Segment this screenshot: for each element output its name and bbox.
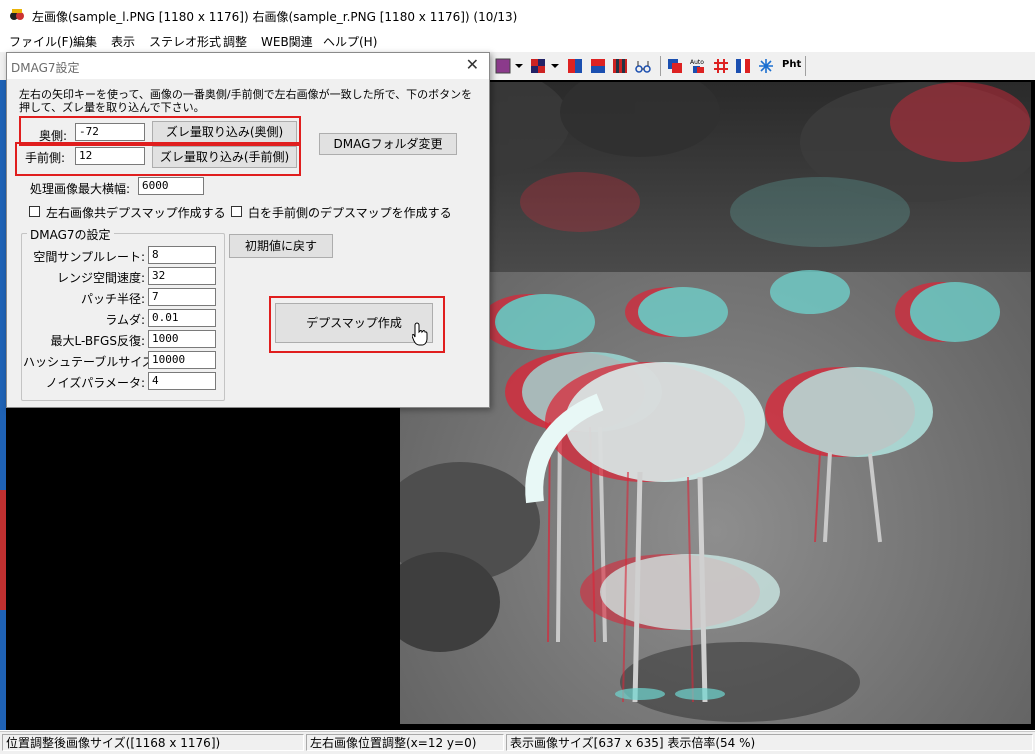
dialog-instructions: 左右の矢印キーを使って、画像の一番奥側/手前側で左右画像が一致した所で、下のボタ… (19, 88, 473, 114)
range-spatial-speed-field[interactable]: 32 (148, 267, 216, 285)
svg-text:Auto: Auto (690, 59, 704, 66)
white-front-checkbox[interactable] (231, 206, 242, 217)
highlight-front-row (15, 142, 301, 176)
spatial-sample-rate-field[interactable]: 8 (148, 246, 216, 264)
param-label: ラムダ: (105, 313, 145, 327)
param-label: パッチ半径: (80, 292, 145, 306)
reset-defaults-button[interactable]: 初期値に戻す (229, 234, 333, 258)
patch-radius-field[interactable]: 7 (148, 288, 216, 306)
menu-web[interactable]: WEB関連 (261, 33, 313, 50)
noise-param-field[interactable]: 4 (148, 372, 216, 390)
param-label: 最大L-BFGS反復: (50, 334, 145, 348)
hash-table-size-field[interactable]: 10000 (148, 351, 216, 369)
stereo-purple-icon[interactable] (495, 58, 511, 74)
both-depth-checkbox[interactable] (29, 206, 40, 217)
close-icon[interactable]: ✕ (466, 55, 479, 74)
param-label: レンジ空間速度: (56, 271, 145, 285)
toolbar-separator (805, 56, 806, 76)
dialog-title: DMAG7設定 (11, 61, 80, 75)
white-front-label: 白を手前側のデプスマップを作成する (248, 206, 452, 220)
menu-bar: ファイル(F) 編集 表示 ステレオ形式 調整 WEB関連 ヘルプ(H) (0, 30, 1035, 52)
menu-help[interactable]: ヘルプ(H) (323, 33, 377, 50)
status-aligned-size: 位置調整後画像サイズ([1168 x 1176]) (2, 734, 304, 751)
pht-button[interactable]: Pht (782, 59, 801, 70)
menu-adjust[interactable]: 調整 (223, 33, 247, 50)
max-width-field[interactable]: 6000 (138, 177, 204, 195)
lambda-field[interactable]: 0.01 (148, 309, 216, 327)
param-label: 空間サンプルレート: (33, 250, 145, 264)
dropdown-arrow-icon[interactable] (515, 64, 523, 68)
dialog-title-bar: DMAG7設定 ✕ (7, 53, 489, 79)
title-bar: 左画像(sample_l.PNG [1180 x 1176]) 右画像(samp… (0, 0, 1035, 30)
menu-stereo-format[interactable]: ステレオ形式 (149, 33, 221, 50)
status-display-size: 表示画像サイズ[637 x 635] 表示倍率(54 %) (506, 734, 1033, 751)
max-width-label: 処理画像最大横幅: (30, 182, 131, 196)
menu-file[interactable]: ファイル(F) (9, 33, 73, 50)
group-title: DMAG7の設定 (27, 226, 114, 243)
max-lbfgs-iter-field[interactable]: 1000 (148, 330, 216, 348)
glasses-icon[interactable] (635, 58, 651, 74)
both-depth-label: 左右画像共デプスマップ作成する (46, 206, 226, 220)
toolbar-separator (660, 56, 661, 76)
dmag7-settings-dialog: DMAG7設定 ✕ 左右の矢印キーを使って、画像の一番奥側/手前側で左右画像が一… (6, 52, 490, 408)
interlace-icon[interactable] (612, 58, 628, 74)
menu-view[interactable]: 表示 (111, 33, 135, 50)
anaglyph-photo (400, 82, 1031, 724)
grid-icon[interactable] (713, 58, 729, 74)
app-icon (10, 9, 24, 20)
menu-edit[interactable]: 編集 (73, 33, 97, 50)
dmag-folder-button[interactable]: DMAGフォルダ変更 (319, 133, 457, 155)
window-title: 左画像(sample_l.PNG [1180 x 1176]) 右画像(samp… (32, 10, 518, 24)
side-by-side-icon[interactable] (567, 58, 583, 74)
param-label: ハッシュテーブルサイズ: (23, 355, 158, 369)
status-offset: 左右画像位置調整(x=12 y=0) (306, 734, 504, 751)
dropdown-arrow-icon[interactable] (551, 64, 559, 68)
param-label: ノイズパラメータ: (45, 376, 145, 390)
status-bar: 位置調整後画像サイズ([1168 x 1176]) 左右画像位置調整(x=12 … (0, 731, 1035, 754)
columns-icon[interactable] (735, 58, 751, 74)
mosaic-icon[interactable] (530, 58, 546, 74)
anaglyph-icon[interactable] (667, 58, 683, 74)
snowflake-icon[interactable] (758, 58, 774, 74)
mouse-cursor-icon (412, 322, 428, 346)
over-under-icon[interactable] (590, 58, 606, 74)
auto-align-icon[interactable]: Auto (690, 58, 706, 74)
